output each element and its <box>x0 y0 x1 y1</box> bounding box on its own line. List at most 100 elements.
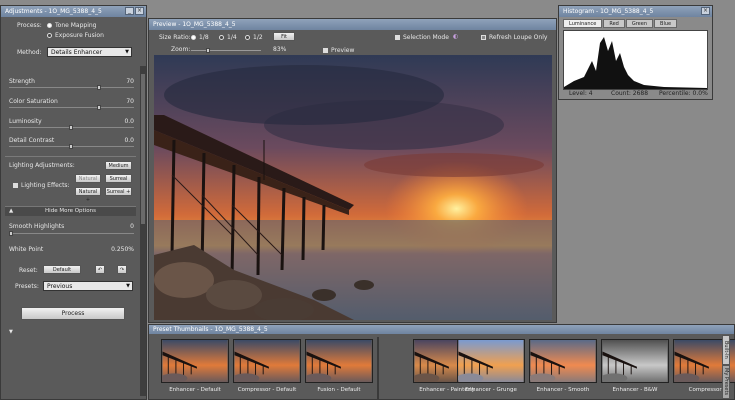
zoom-slider[interactable] <box>191 48 261 53</box>
slider-label: Strength <box>9 78 35 85</box>
method-select[interactable]: Details Enhancer ▼ <box>47 47 132 57</box>
histogram-title: Histogram - 1O_MG_5388_4_5 <box>563 8 654 15</box>
slider-thumb[interactable] <box>69 144 73 149</box>
thumbnail-image <box>232 339 301 383</box>
selection-mode-checkbox[interactable]: Selection Mode <box>395 34 449 41</box>
adjustments-title-bar[interactable]: Adjustments - 1O_MG_5388_4_5 _ × <box>1 6 146 17</box>
expand-triangle-icon[interactable]: ▼ <box>9 329 13 335</box>
slider-value: 0.0 <box>124 118 134 125</box>
tab-blue[interactable]: Blue <box>654 19 678 28</box>
white-point-label: White Point <box>9 246 44 253</box>
preset-thumbnail[interactable]: Enhancer - Smooth <box>528 339 597 393</box>
tab-luminance[interactable]: Luminance <box>563 19 603 28</box>
white-point-value: 0.250% <box>111 246 134 253</box>
ratio-1-2[interactable]: 1/2 <box>245 34 263 41</box>
zoom-label: Zoom: <box>171 46 191 53</box>
slider-label: Detail Contrast <box>9 137 55 144</box>
preview-title-bar[interactable]: Preview - 1O_MG_5388_4_5 <box>149 19 556 30</box>
tab-green[interactable]: Green <box>625 19 654 28</box>
slider-thumb[interactable] <box>96 85 101 90</box>
undo-button[interactable]: ↶ <box>95 265 105 274</box>
thumbnail-image <box>528 339 597 383</box>
smooth-highlights-value: 0 <box>130 223 134 230</box>
tab-built-in[interactable]: Built-In <box>722 335 730 365</box>
collapse-triangle-icon: ▲ <box>9 208 14 214</box>
adjustments-title: Adjustments - 1O_MG_5388_4_5 <box>5 8 102 15</box>
preset-thumbnail[interactable]: Enhancer - Default <box>160 339 229 393</box>
reset-label: Reset: <box>19 267 38 274</box>
preview-title: Preview - 1O_MG_5388_4_5 <box>153 21 236 28</box>
preview-checkbox[interactable]: Preview <box>323 47 354 54</box>
tab-my-presets[interactable]: My Presets <box>722 365 730 399</box>
histogram-graph[interactable] <box>563 30 708 90</box>
slider-value: 70 <box>126 98 134 105</box>
ratio-1-8[interactable]: 1/8 <box>191 34 209 41</box>
natural-plus-button[interactable]: Natural + <box>75 187 101 203</box>
preset-thumbnails-panel: Preset Thumbnails - 1O_MG_5388_4_5 Enhan… <box>148 324 735 400</box>
minimize-icon[interactable]: _ <box>125 7 134 15</box>
preset-thumbnail[interactable]: Enhancer - Grunge <box>456 339 525 393</box>
close-icon[interactable]: × <box>701 7 710 15</box>
slider-track[interactable] <box>9 85 134 90</box>
radio-selected-icon <box>47 23 52 28</box>
ratio-1-4[interactable]: 1/4 <box>219 34 237 41</box>
side-tabs: Built-In My Presets <box>722 335 732 399</box>
slider-thumb[interactable] <box>69 125 73 130</box>
tab-red[interactable]: Red <box>603 19 625 28</box>
chevron-down-icon: ▼ <box>125 49 129 55</box>
preset-thumbnail[interactable]: Enhancer - B&W <box>600 339 669 393</box>
medium-button[interactable]: Medium <box>105 161 132 170</box>
close-icon[interactable]: × <box>135 7 144 15</box>
preview-panel: Preview - 1O_MG_5388_4_5 Size Ratio: 1/8… <box>148 18 557 323</box>
thumbnail-image <box>456 339 525 383</box>
method-label: Method: <box>17 49 42 56</box>
thumbnail-label: Compressor - Default <box>237 387 297 393</box>
surreal-button[interactable]: Surreal <box>105 174 132 183</box>
thumbnails-divider <box>377 337 379 399</box>
histogram-level: Level: 4 <box>569 90 593 97</box>
radio-exposure-fusion[interactable]: Exposure Fusion <box>47 32 104 39</box>
fit-button[interactable]: Fit <box>273 32 295 41</box>
thumbnail-label: Fusion - Default <box>317 387 361 393</box>
redo-icon: ↷ <box>119 267 125 273</box>
preset-thumbnail[interactable]: Compressor - Default <box>232 339 301 393</box>
slider-track[interactable] <box>9 105 134 110</box>
histogram-percentile: Percentile: 0.0% <box>659 90 708 97</box>
slider-thumb[interactable] <box>9 231 13 236</box>
surreal-plus-button[interactable]: Surreal + <box>105 187 132 196</box>
natural-button[interactable]: Natural <box>75 174 101 183</box>
thumbnail-image <box>600 339 669 383</box>
thumbnails-title-bar[interactable]: Preset Thumbnails - 1O_MG_5388_4_5 <box>149 325 734 334</box>
preview-image[interactable] <box>154 55 552 320</box>
thumbnail-label: Enhancer - B&W <box>612 387 658 393</box>
process-button[interactable]: Process <box>21 307 125 320</box>
thumbnail-image <box>304 339 373 383</box>
refresh-loupe-checkbox[interactable]: Refresh Loupe Only <box>481 34 547 41</box>
preset-thumbnail[interactable]: Fusion - Default <box>304 339 373 393</box>
histogram-title-bar[interactable]: Histogram - 1O_MG_5388_4_5 × <box>559 6 712 17</box>
thumbnail-label: Enhancer - Smooth <box>536 387 590 393</box>
checkbox-checked-icon <box>323 48 328 53</box>
zoom-value: 83% <box>273 46 287 53</box>
slider-thumb[interactable] <box>206 48 210 53</box>
undo-icon: ↶ <box>97 267 103 273</box>
adjustments-scrollbar[interactable] <box>140 66 146 396</box>
presets-label: Presets: <box>15 283 39 290</box>
hide-more-options-bar[interactable]: ▲ Hide More Options <box>5 206 136 216</box>
slider-track[interactable] <box>9 125 134 130</box>
lighting-effects-checkbox[interactable]: Lighting Effects: <box>13 182 70 189</box>
thumbnails-title: Preset Thumbnails - 1O_MG_5388_4_5 <box>153 326 268 333</box>
radio-tone-mapping[interactable]: Tone Mapping <box>47 22 96 29</box>
thumbnail-label: Enhancer - Default <box>169 387 221 393</box>
presets-select[interactable]: Previous ▼ <box>43 281 133 291</box>
checkbox-checked-icon <box>395 35 400 40</box>
redo-button[interactable]: ↷ <box>117 265 127 274</box>
selection-tool-icon[interactable]: ◐ <box>453 33 458 40</box>
default-button[interactable]: Default <box>43 265 81 274</box>
lighting-adjustments-label: Lighting Adjustments: <box>9 162 75 169</box>
slider-track[interactable] <box>9 144 134 149</box>
slider-thumb[interactable] <box>96 105 101 110</box>
thumbnail-image <box>160 339 229 383</box>
smooth-highlights-slider[interactable] <box>9 231 134 236</box>
radio-empty-icon <box>47 33 52 38</box>
